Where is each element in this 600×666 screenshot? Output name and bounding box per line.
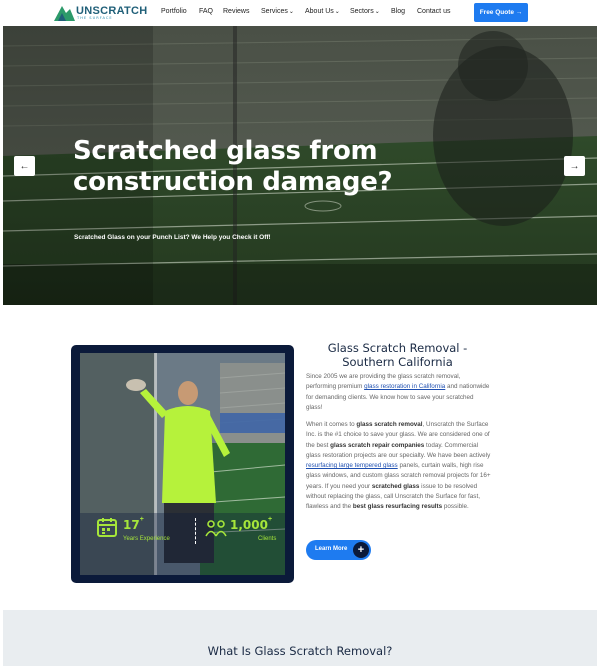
slider-next-button[interactable]: → (564, 156, 585, 176)
detail-bold-2: glass scratch repair companies (330, 441, 425, 449)
arrow-right-icon: → (569, 160, 580, 172)
hero-bottom-shade (3, 264, 597, 305)
stat-clients-label: Clients (258, 536, 277, 542)
calendar-icon (97, 518, 117, 537)
nav-services[interactable]: Services⌄ (261, 8, 294, 15)
detail-bold-3: scratched glass (371, 482, 420, 490)
stat-clients-suffix: + (267, 516, 273, 523)
nav-sectors[interactable]: Sectors⌄ (350, 8, 380, 15)
stat-years-label: Years Experience (123, 536, 170, 542)
nav-portfolio[interactable]: Portfolio (161, 8, 187, 15)
nav-reviews[interactable]: Reviews (223, 8, 249, 15)
feature-photo: 17+ Years Experience 1,000+ Clients (80, 353, 285, 575)
arrow-left-icon: ← (19, 160, 30, 172)
nav-reviews-label: Reviews (223, 8, 250, 15)
info-section-title: What Is Glass Scratch Removal? (207, 644, 393, 658)
hero-slider: Scratched glass from construction damage… (3, 26, 597, 305)
stat-years-suffix: + (139, 516, 144, 523)
section-title: Glass Scratch Removal - Southern Califor… (327, 341, 468, 369)
logo[interactable]: UNSCRATCH THE SURFACE (52, 3, 148, 23)
site-header: UNSCRATCH THE SURFACE Portfolio FAQ Revi… (0, 0, 600, 26)
intro-paragraph: Since 2005 we are providing the glass sc… (306, 372, 491, 413)
nav-about-us[interactable]: About Us⌄ (305, 8, 340, 15)
stat-divider (195, 518, 196, 544)
nav-sectors-label: Sectors (350, 8, 374, 15)
resurfacing-link[interactable]: resurfacing large tempered glass (306, 462, 398, 469)
detail-bold-1: glass scratch removal (356, 421, 423, 428)
detail-paragraph: When it comes to glass scratch removal, … (306, 420, 491, 513)
learn-more-label: Learn More (315, 546, 348, 552)
logo-subtext: THE SURFACE (77, 16, 113, 20)
free-quote-button[interactable]: Free Quote → (474, 3, 528, 22)
detail-bold-4: best glass resurfacing results (352, 503, 443, 511)
hero-title: Scratched glass from construction damage… (73, 136, 393, 197)
nav-services-label: Services (261, 8, 288, 15)
nav-faq[interactable]: FAQ (199, 8, 213, 15)
chevron-down-icon: ⌄ (288, 9, 294, 15)
learn-more-button[interactable]: Learn More + (306, 540, 371, 560)
plus-icon: + (353, 542, 369, 558)
info-section: What Is Glass Scratch Removal? (3, 610, 597, 666)
stat-years-value: 17 (123, 518, 140, 532)
detail-text-g: possible. (442, 503, 469, 511)
logo-mark-icon (54, 6, 75, 21)
chevron-down-icon: ⌄ (334, 9, 340, 15)
chevron-down-icon: ⌄ (374, 9, 380, 15)
stat-clients-value: 1,000 (230, 518, 268, 532)
nav-blog[interactable]: Blog (391, 8, 405, 15)
feature-image-card: 17+ Years Experience 1,000+ Clients (71, 345, 294, 583)
slider-prev-button[interactable]: ← (14, 156, 35, 176)
nav-about-label: About Us (305, 8, 334, 15)
hero-subtitle: Scratched Glass on your Punch List? We H… (74, 234, 271, 241)
detail-text-a: When it comes to (306, 421, 357, 428)
people-icon (205, 520, 227, 537)
nav-contact-us[interactable]: Contact us (417, 8, 450, 15)
glass-restoration-link[interactable]: glass restoration in California (364, 383, 445, 390)
